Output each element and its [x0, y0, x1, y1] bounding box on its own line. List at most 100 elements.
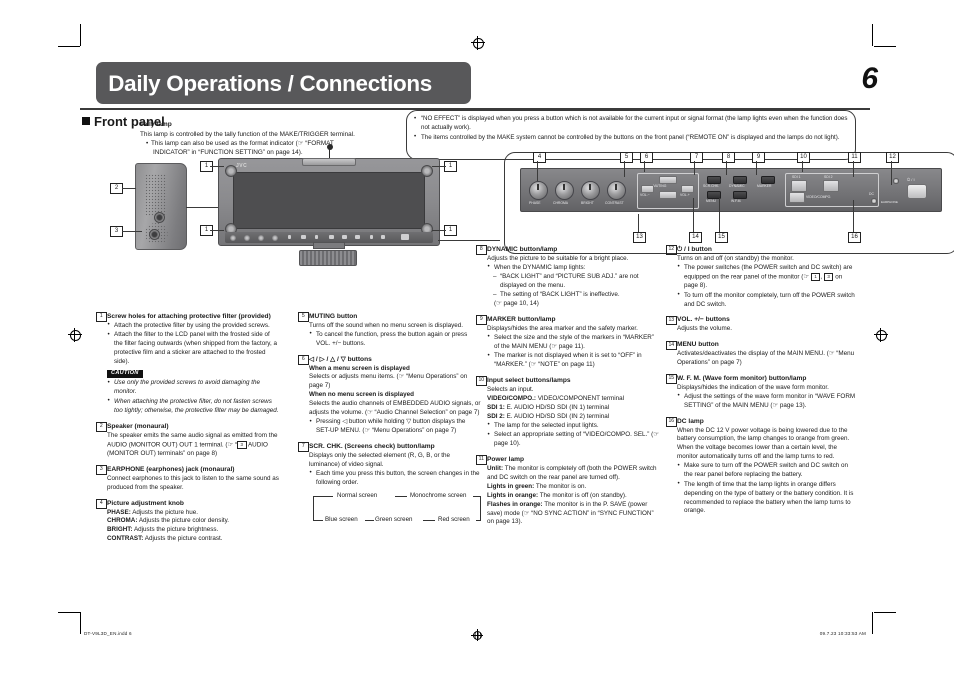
sdi1-button[interactable] [791, 180, 807, 192]
knob-icon [230, 234, 236, 241]
item-11-desc: The monitor is off (on standby). [538, 491, 627, 499]
order-blue: Blue screen [325, 515, 358, 523]
item-10: 10 Input select buttons/lamps Selects an … [476, 376, 659, 449]
item-10-def: VIDEO/COMPO.: VIDEO/COMPONENT terminal [487, 395, 659, 404]
item-9: 9 MARKER button/lamp Displays/hides the a… [476, 315, 659, 370]
phase-knob[interactable] [529, 181, 548, 200]
marker-label: MARKER [757, 183, 772, 188]
item-6-number: 6 [298, 355, 309, 365]
item-13-title: VOL. +/− buttons [677, 316, 730, 324]
knob-icon [244, 234, 250, 241]
item-10-term: SDI 1: [487, 403, 505, 411]
callout-14: 14 [689, 232, 702, 243]
item-10-bullet: Select an appropriate setting of “VIDEO/… [487, 431, 659, 449]
power-button[interactable] [907, 184, 927, 199]
page-footer: DT-V9L3D_EN.indd 6 09.7.23 10:33:53 AM [0, 614, 954, 674]
dc-lamp [871, 198, 877, 204]
item-4-number: 4 [96, 499, 107, 509]
item-11: 11 Power lamp Unlit: The monitor is compl… [476, 455, 659, 527]
item-4-heading: 4 Picture adjustment knob [96, 499, 279, 509]
item-1-bullet: Attach the filter to the LCD panel with … [107, 331, 279, 367]
item-10-def: SDI 2: E. AUDIO HD/SD SDI (IN 2) termina… [487, 413, 659, 422]
item-16-title: DC lamp [677, 417, 704, 425]
item-10-term: VIDEO/COMPO.: [487, 394, 536, 402]
button-icon [301, 235, 306, 239]
order-green: Green screen [375, 515, 413, 523]
item-12: 12 ⏻ / I button Turns on and off (on stan… [666, 245, 856, 309]
item-10-heading: 10 Input select buttons/lamps [476, 376, 659, 386]
item-11-title: Power lamp [487, 455, 525, 463]
item-7-title: SCR. CHK. (Screens check) button/lamp [309, 443, 435, 451]
chroma-knob[interactable] [555, 181, 574, 200]
video-compo-button[interactable] [789, 192, 805, 203]
item-4-def: PHASE: Adjusts the picture hue. [107, 509, 279, 518]
order-normal: Normal screen [337, 491, 378, 499]
item-4-def: CONTRAST: Adjusts the picture contrast. [107, 535, 279, 544]
leader-line [624, 161, 625, 177]
menu-label: MENU [706, 198, 716, 203]
leader-line [210, 230, 224, 231]
item-12-title: ⏻ / I button [677, 246, 712, 253]
registration-mark-top [471, 36, 485, 50]
item-1-caution-bullet: Use only the provided screws to avoid da… [107, 379, 279, 397]
manual-page: Daily Operations / Connections 6 Front p… [0, 0, 954, 674]
order-line [365, 519, 374, 521]
leader-line [853, 200, 854, 232]
leader-line [432, 230, 446, 231]
leader-line [537, 161, 538, 181]
item-7-heading: 7 SCR. CHK. (Screens check) button/lamp [298, 442, 481, 452]
item-3-title: EARPHONE (earphones) jack (monaural) [107, 465, 235, 473]
page-number: 6 [861, 62, 878, 95]
screen-order-diagram: Normal screen Monochrome screen Blue scr… [313, 492, 481, 526]
knob-icon [272, 234, 278, 241]
item-8-bullet: When the DYNAMIC lamp lights: [487, 263, 659, 273]
muting-label: MUTING [653, 183, 667, 188]
leader-line [853, 161, 854, 177]
item-8: 8 DYNAMIC button/lamp Adjusts the picture… [476, 245, 659, 309]
item-4-def: CHROMA: Adjusts the picture color densit… [107, 517, 279, 526]
page-title: Daily Operations / Connections [108, 71, 432, 96]
bright-knob[interactable] [581, 181, 600, 200]
leader-line [122, 188, 136, 189]
note-item: The items controlled by the MAKE system … [413, 133, 849, 143]
item-16-heading: 16 DC lamp [666, 417, 856, 427]
item-1-caution-bullet: When attaching the protective filter, do… [107, 397, 279, 416]
leader-line-strip [438, 240, 500, 241]
leader-line [210, 166, 224, 167]
item-14-text: Activates/deactivates the display of the… [677, 350, 855, 367]
earphone-jack-icon-2 [149, 229, 160, 240]
item-9-text: Displays/hides the area marker and the s… [487, 324, 638, 332]
item-4-desc: Adjusts the picture brightness. [132, 526, 219, 534]
item-1-number: 1 [96, 312, 107, 322]
down-arrow-button[interactable] [659, 191, 677, 199]
leader-line [726, 161, 727, 175]
crop-mark-tr-h [874, 46, 896, 47]
contrast-knob[interactable] [607, 181, 626, 200]
item-11-desc: The monitor is completely off (both the … [487, 464, 657, 481]
item-10-desc: E. AUDIO HD/SD SDI (IN 1) terminal [504, 403, 610, 411]
leader-line [186, 207, 220, 208]
item-8-number: 8 [476, 245, 487, 255]
button-icon [342, 235, 347, 239]
sdi2-button[interactable] [823, 180, 839, 192]
item-9-bullet: Select the size and the style of the mar… [487, 333, 659, 352]
wfm-label: W.F.M. [731, 198, 742, 203]
button-icon [329, 235, 334, 239]
item-13-text: Adjusts the volume. [677, 325, 732, 333]
item-13: 13 VOL. +/− buttons Adjusts the volume. [666, 315, 856, 334]
callout-8: 8 [722, 152, 735, 163]
monitor-front-view: JVC [218, 144, 440, 249]
column-4: 12 ⏻ / I button Turns on and off (on stan… [666, 245, 856, 522]
item-11-def: Flashes in orange: The monitor is in the… [487, 501, 659, 528]
power-label: ⏻ / I [907, 177, 915, 182]
item-6-heading: 6 ◁ / ▷ / △ / ▽ buttons [298, 355, 481, 365]
button-icon [381, 235, 385, 239]
vol-plus-label: VOL.+ [680, 192, 690, 197]
contrast-label: CONTRAST [605, 201, 624, 205]
item-4-title: Picture adjustment knob [107, 499, 184, 507]
leader-line [432, 166, 446, 167]
crop-mark-l-h [58, 612, 80, 613]
registration-mark-right [874, 328, 888, 342]
callout-11: 11 [848, 152, 861, 163]
caution-badge: CAUTION [107, 369, 143, 379]
